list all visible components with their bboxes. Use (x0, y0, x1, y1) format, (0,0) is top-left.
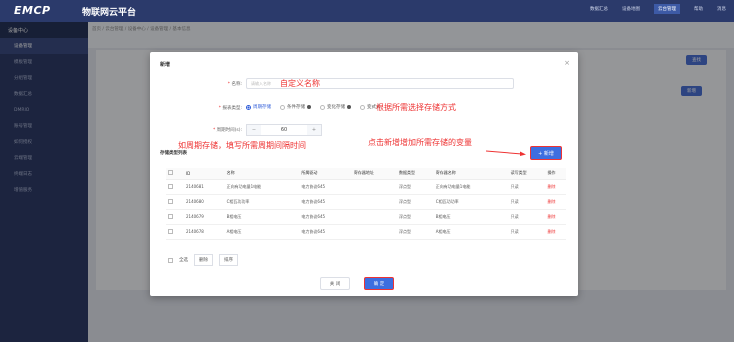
nav-data-summary[interactable]: 数据汇总 (590, 6, 608, 14)
period-label: * 周期时间(s): (212, 128, 242, 133)
radio-periodic[interactable]: 周期存储 (246, 104, 271, 110)
row-checkbox[interactable] (168, 183, 173, 189)
select-all-label: 全选 (179, 258, 188, 263)
col-address: 寄存器地址 (351, 168, 397, 180)
storage-list-title: 存储类型列表 (160, 151, 187, 156)
type-label: * 报表类型: (218, 106, 242, 111)
add-variable-button[interactable]: + 新增 (530, 146, 562, 160)
col-driver: 所属驱动 (299, 168, 352, 180)
help-icon (307, 105, 311, 109)
close-icon[interactable]: × (564, 59, 570, 67)
name-label: * 名称: (227, 82, 242, 87)
table-row: 2140681 正向有功电量1电能 电力协议645 浮点型 正向有功电量1电能 只读 删除 (166, 179, 566, 195)
type-annotation: 根据所需选择存储方式 (376, 103, 456, 112)
radio-conditional[interactable]: 条件存储 (280, 104, 311, 110)
row-checkbox[interactable] (168, 198, 173, 204)
col-name: 名称 (224, 168, 300, 180)
batch-delete-button[interactable]: 删除 (194, 254, 213, 266)
period-stepper[interactable]: − 60 + (246, 124, 322, 136)
add-dialog: 新增 × * 名称: 请输入名称 自定义名称 * 报表类型: 周期存储 条件存储… (150, 52, 578, 296)
top-nav: 数据汇总 设备地图 云台管理 帮助 消息 (590, 4, 726, 14)
dialog-footer: 关 闭 确 定 (320, 277, 394, 290)
logo: EMCP (14, 4, 51, 17)
table-footer: 全选 删除 排序 (168, 254, 238, 266)
arrow-icon (486, 150, 526, 156)
decrement-button[interactable]: − (247, 125, 261, 135)
delete-link[interactable]: 删除 (545, 209, 566, 225)
confirm-button[interactable]: 确 定 (364, 277, 394, 290)
col-op: 操作 (545, 168, 566, 180)
variables-table: ID 名称 所属驱动 寄存器地址 数据类型 寄存器名称 读写类型 操作 2140… (166, 168, 566, 240)
col-id: ID (184, 168, 225, 180)
nav-cloud-manage[interactable]: 云台管理 (654, 4, 680, 14)
sort-button[interactable]: 排序 (219, 254, 238, 266)
table-row: 2140680 C相瓦功功率 电力协议645 浮点型 C相瓦功功率 只读 删除 (166, 194, 566, 210)
col-datatype: 数据类型 (396, 168, 434, 180)
delete-link[interactable]: 删除 (545, 224, 566, 240)
nav-help[interactable]: 帮助 (694, 6, 703, 14)
radio-change[interactable]: 变化存储 (320, 104, 351, 110)
footer-select-all-checkbox[interactable] (168, 257, 173, 263)
delete-link[interactable]: 删除 (545, 179, 566, 195)
nav-messages[interactable]: 消息 (717, 6, 726, 14)
period-annotation: 如周期存储，填写所需周期间隔时间 (178, 141, 306, 150)
storage-type-group: 周期存储 条件存储 变化存储 变式式 (246, 104, 381, 110)
table-row: 2140678 A相电压 电力协议645 浮点型 A相电压 只读 删除 (166, 224, 566, 240)
name-annotation: 自定义名称 (280, 79, 320, 88)
help-icon (347, 105, 351, 109)
row-checkbox[interactable] (168, 213, 173, 219)
top-bar: EMCP 物联网云平台 数据汇总 设备地图 云台管理 帮助 消息 (0, 0, 734, 22)
add-var-annotation: 点击新增增加所需存储的变量 (368, 138, 472, 147)
col-register: 寄存器名称 (433, 168, 509, 180)
delete-link[interactable]: 删除 (545, 194, 566, 210)
col-rw: 读写类型 (508, 168, 546, 180)
app-title: 物联网云平台 (82, 8, 137, 18)
nav-device-map[interactable]: 设备地图 (622, 6, 640, 14)
increment-button[interactable]: + (307, 125, 321, 135)
select-all-checkbox[interactable] (168, 170, 173, 176)
dialog-title: 新增 (160, 62, 171, 68)
table-row: 2140679 B相电压 电力协议645 浮点型 B相电压 只读 删除 (166, 209, 566, 225)
close-button[interactable]: 关 闭 (320, 277, 350, 290)
period-value[interactable]: 60 (261, 125, 307, 135)
row-checkbox[interactable] (168, 228, 173, 234)
